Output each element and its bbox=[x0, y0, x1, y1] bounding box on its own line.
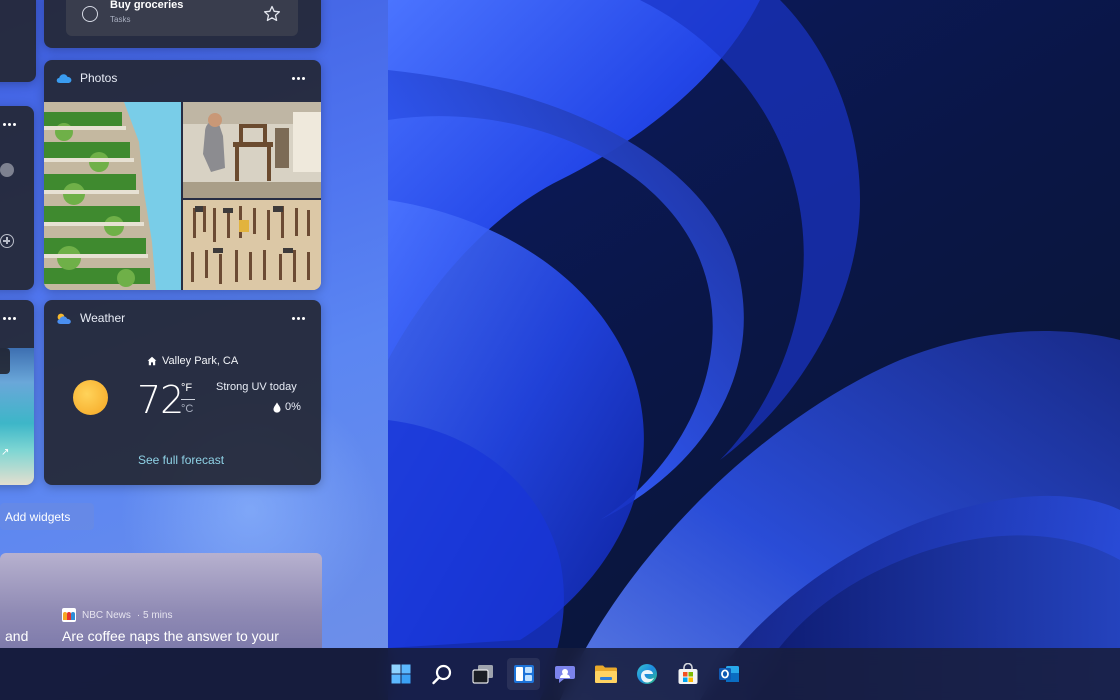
teams-chat-icon bbox=[554, 666, 575, 683]
photo-woodworking-workshop[interactable] bbox=[183, 102, 321, 198]
home-icon bbox=[147, 356, 157, 366]
task-complete-checkbox[interactable] bbox=[82, 6, 98, 22]
news-headline[interactable]: Are coffee naps the answer to your bbox=[62, 628, 279, 644]
weather-cloud-icon bbox=[57, 313, 71, 324]
nbc-peacock-icon bbox=[62, 608, 76, 622]
precipitation-value: 0% bbox=[285, 401, 301, 413]
partial-widget-top-left[interactable] bbox=[0, 0, 36, 82]
add-circle-icon[interactable] bbox=[0, 234, 14, 248]
store-button[interactable] bbox=[671, 658, 704, 690]
open-arrow-icon[interactable]: ↗ bbox=[1, 447, 9, 458]
unit-fahrenheit-toggle[interactable]: °F bbox=[181, 382, 192, 394]
tasks-widget: Buy groceries Tasks bbox=[44, 0, 321, 48]
folder-icon bbox=[594, 665, 617, 683]
photos-widget: Photos bbox=[44, 60, 321, 290]
raindrop-icon bbox=[273, 402, 281, 413]
unit-celsius-toggle[interactable]: °C bbox=[181, 403, 193, 415]
weather-condition: Strong UV today bbox=[216, 381, 297, 393]
task-view-icon bbox=[471, 665, 493, 684]
task-item[interactable]: Buy groceries Tasks bbox=[66, 0, 298, 36]
weather-widget: Weather Valley Park, CA 72 °F °C Strong … bbox=[44, 300, 321, 485]
widgets-board: ↗ Buy groceries Tasks Photos Weather Val… bbox=[0, 0, 388, 648]
partial-widget-bottom-left[interactable]: ↗ bbox=[0, 300, 34, 485]
store-icon bbox=[678, 663, 697, 684]
photo-vertical-garden[interactable] bbox=[44, 102, 181, 290]
unit-divider bbox=[181, 399, 195, 400]
more-options-button[interactable] bbox=[0, 310, 20, 326]
weather-widget-title: Weather bbox=[80, 311, 126, 325]
taskbar-pinned-apps bbox=[384, 658, 745, 690]
chat-button[interactable] bbox=[548, 658, 581, 690]
news-headline-fragment: and bbox=[5, 628, 29, 644]
search-button[interactable] bbox=[425, 658, 458, 690]
task-view-button[interactable] bbox=[466, 658, 499, 690]
task-list-name: Tasks bbox=[110, 15, 131, 24]
edge-button[interactable] bbox=[630, 658, 663, 690]
star-icon[interactable] bbox=[262, 4, 282, 24]
sunny-icon bbox=[73, 380, 108, 415]
more-options-button[interactable] bbox=[287, 70, 309, 86]
outlook-icon bbox=[718, 666, 739, 682]
outlook-button[interactable] bbox=[712, 658, 745, 690]
temperature-value: 72 bbox=[137, 378, 184, 422]
news-age: · 5 mins bbox=[136, 609, 173, 621]
onedrive-cloud-icon bbox=[56, 74, 72, 83]
file-explorer-button[interactable] bbox=[589, 658, 622, 690]
weather-location-name: Valley Park, CA bbox=[162, 355, 239, 367]
precipitation: 0% bbox=[273, 401, 301, 413]
news-source-name: NBC News bbox=[82, 609, 131, 621]
news-card[interactable]: and NBC News · 5 mins Are coffee naps th… bbox=[0, 553, 322, 648]
task-title: Buy groceries bbox=[110, 0, 184, 11]
windows-logo-icon bbox=[391, 664, 410, 684]
photo-tool-pegboard[interactable] bbox=[183, 200, 321, 290]
more-options-button[interactable] bbox=[287, 310, 309, 326]
checked-circle-icon[interactable] bbox=[0, 163, 14, 177]
widgets-icon bbox=[513, 665, 534, 683]
photos-widget-title: Photos bbox=[80, 71, 118, 85]
weather-widget-header: Weather bbox=[56, 311, 125, 325]
photos-widget-header: Photos bbox=[56, 71, 117, 85]
see-full-forecast-link[interactable]: See full forecast bbox=[138, 453, 224, 467]
edge-icon bbox=[636, 664, 657, 684]
start-button[interactable] bbox=[384, 658, 417, 690]
taskbar bbox=[0, 648, 1120, 700]
weather-location[interactable]: Valley Park, CA bbox=[147, 355, 238, 367]
partial-widget-middle-left[interactable] bbox=[0, 106, 34, 290]
search-icon bbox=[431, 664, 451, 685]
add-widgets-button[interactable]: Add widgets bbox=[0, 503, 94, 530]
widgets-button[interactable] bbox=[507, 658, 540, 690]
news-source: NBC News · 5 mins bbox=[62, 608, 172, 622]
more-options-button[interactable] bbox=[0, 116, 20, 132]
carousel-tab[interactable] bbox=[0, 348, 10, 374]
